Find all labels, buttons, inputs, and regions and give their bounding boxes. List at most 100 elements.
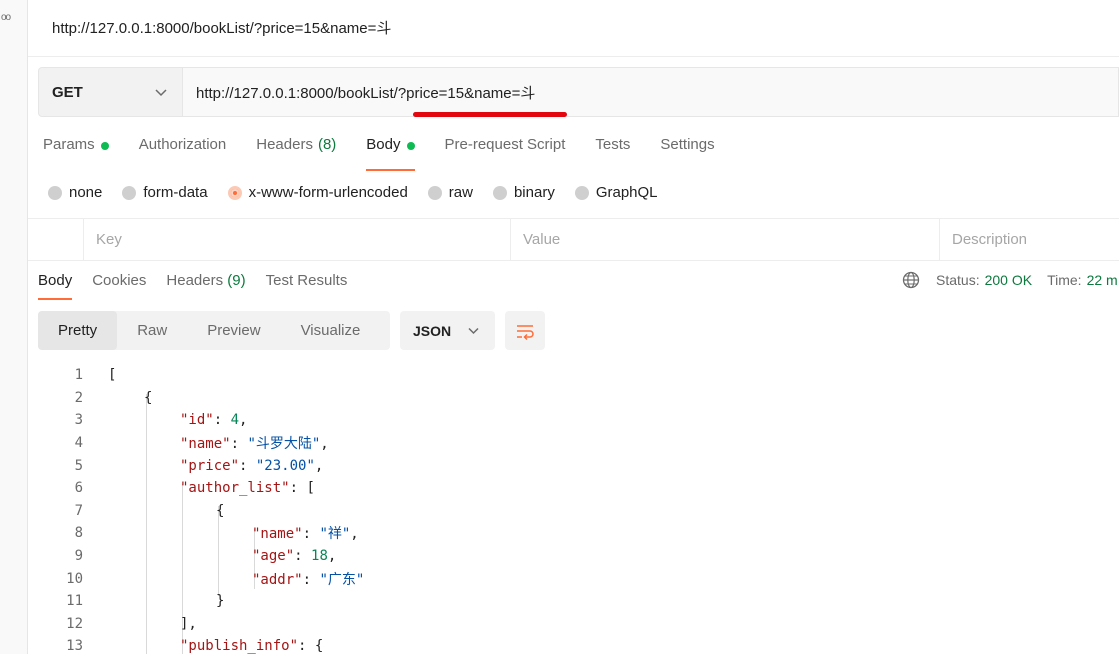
view-pretty[interactable]: Pretty: [38, 311, 118, 350]
line-number: 9: [74, 548, 83, 565]
code-text: "price": "23.00",: [180, 458, 323, 474]
tab-body[interactable]: Body: [366, 136, 415, 172]
response-body-code[interactable]: 1[2{3 "id": 4, 4 "name": "斗罗大陆", 5 "price": "…: [38, 364, 1119, 654]
resp-tab-cookies[interactable]: Cookies: [92, 270, 146, 300]
radio-icon: [48, 185, 62, 200]
view-raw[interactable]: Raw: [117, 311, 187, 350]
code-line: 5 "price": "23.00",: [38, 454, 1119, 477]
radio-form-data[interactable]: form-data: [122, 184, 208, 201]
url-text: http://127.0.0.1:8000/bookList/?price=15…: [196, 84, 536, 102]
request-tabs: Params Authorization Headers (8) Body Pre…: [43, 136, 745, 172]
code-line: 9 "age": 18,: [38, 545, 1119, 568]
line-number: 6: [74, 480, 83, 497]
code-punct: ],: [180, 615, 197, 632]
code-line: 11}: [38, 590, 1119, 613]
code-punct: :: [294, 548, 312, 565]
tab-label: Test Results: [265, 272, 348, 289]
code-text: {: [216, 503, 224, 519]
wrap-lines-icon: [517, 324, 534, 340]
code-punct: [: [306, 480, 315, 497]
code-punct: :: [239, 457, 256, 474]
more-icon[interactable]: oo: [1, 12, 11, 23]
time-value[interactable]: 22 m: [1087, 272, 1118, 288]
tab-authorization[interactable]: Authorization: [139, 136, 227, 172]
json-key: "addr": [252, 571, 303, 588]
radio-x-www-form-urlencoded[interactable]: x-www-form-urlencoded: [227, 184, 408, 201]
column-key: Key: [84, 219, 511, 260]
radio-graphql[interactable]: GraphQL: [574, 184, 658, 201]
body-type-radio-group: none form-data x-www-form-urlencoded raw…: [48, 184, 678, 201]
radio-label: form-data: [143, 184, 208, 201]
radio-icon: [427, 185, 442, 200]
key-value-table-header: Key Value Description: [28, 218, 1119, 261]
code-punct: ,: [239, 412, 248, 429]
code-text: "id": 4,: [180, 412, 247, 428]
code-line: 1[: [38, 364, 1119, 387]
radio-checked-icon: [227, 185, 242, 200]
chevron-down-icon: [468, 327, 479, 335]
radio-none[interactable]: none: [48, 184, 102, 201]
radio-icon: [492, 185, 507, 200]
json-key: "id": [180, 412, 214, 429]
resp-tab-test-results[interactable]: Test Results: [266, 270, 348, 300]
code-lines: 1[2{3 "id": 4, 4 "name": "斗罗大陆", 5 "price": "…: [38, 364, 1119, 654]
line-number: 7: [74, 502, 83, 519]
radio-icon: [122, 185, 137, 200]
tab-params[interactable]: Params: [43, 136, 109, 172]
wrap-lines-button[interactable]: [505, 311, 545, 350]
code-line: 7{: [38, 500, 1119, 523]
code-text: "name": "祥",: [252, 523, 359, 543]
code-text: "name": "斗罗大陆",: [180, 433, 329, 453]
format-label: JSON: [413, 322, 452, 339]
code-text: "addr": "广东": [252, 569, 364, 589]
view-mode-segmented-control: Pretty Raw Preview Visualize: [38, 311, 390, 350]
json-key: "publish_info": [180, 638, 299, 654]
left-sidebar-rail: oo: [0, 0, 28, 654]
method-select[interactable]: GET: [38, 67, 183, 117]
request-title[interactable]: http://127.0.0.1:8000/bookList/?price=15…: [52, 17, 391, 38]
status-value[interactable]: 200 OK: [985, 272, 1032, 288]
tab-headers[interactable]: Headers (8): [256, 136, 336, 172]
view-visualize[interactable]: Visualize: [281, 311, 381, 350]
url-input[interactable]: http://127.0.0.1:8000/bookList/?price=15…: [183, 67, 1119, 117]
line-number: 11: [66, 593, 83, 610]
column-value: Value: [511, 219, 940, 260]
status-dot-icon: [406, 142, 415, 150]
globe-icon[interactable]: [902, 271, 920, 289]
title-divider: [28, 56, 1119, 57]
code-text: "age": 18,: [252, 548, 336, 564]
resp-tab-body[interactable]: Body: [38, 270, 73, 300]
view-preview[interactable]: Preview: [187, 311, 280, 350]
json-key: "author_list": [180, 480, 290, 497]
code-punct: :: [289, 480, 307, 497]
code-punct: :: [302, 571, 320, 588]
checkbox-column: [28, 219, 84, 260]
code-punct: :: [230, 436, 248, 453]
code-line: 13 "publish_info": {: [38, 635, 1119, 654]
tab-count: (8): [317, 136, 337, 153]
json-key: "name": [252, 526, 303, 543]
line-number: 1: [74, 367, 83, 384]
line-number: 3: [74, 412, 83, 429]
code-text: [: [108, 367, 116, 383]
tab-settings[interactable]: Settings: [660, 136, 714, 172]
tab-label: Body: [366, 136, 401, 153]
json-string: "祥": [319, 526, 351, 543]
json-key: "name": [180, 436, 231, 453]
radio-raw[interactable]: raw: [427, 184, 473, 201]
line-number: 4: [74, 435, 83, 452]
code-punct: :: [213, 412, 231, 429]
resp-tab-headers[interactable]: Headers (9): [166, 270, 245, 300]
line-number: 2: [74, 389, 83, 406]
code-line: 3 "id": 4,: [38, 409, 1119, 432]
format-select[interactable]: JSON: [400, 311, 495, 350]
radio-binary[interactable]: binary: [492, 184, 555, 201]
tab-pre-request-script[interactable]: Pre-request Script: [445, 136, 566, 172]
code-line: 8 "name": "祥",: [38, 522, 1119, 545]
code-punct: {: [314, 638, 324, 654]
tab-label: Cookies: [92, 272, 147, 289]
json-string: "23.00": [255, 457, 315, 474]
tab-tests[interactable]: Tests: [595, 136, 630, 172]
code-line: 10 "addr": "广东": [38, 567, 1119, 590]
code-punct: ,: [314, 457, 324, 474]
